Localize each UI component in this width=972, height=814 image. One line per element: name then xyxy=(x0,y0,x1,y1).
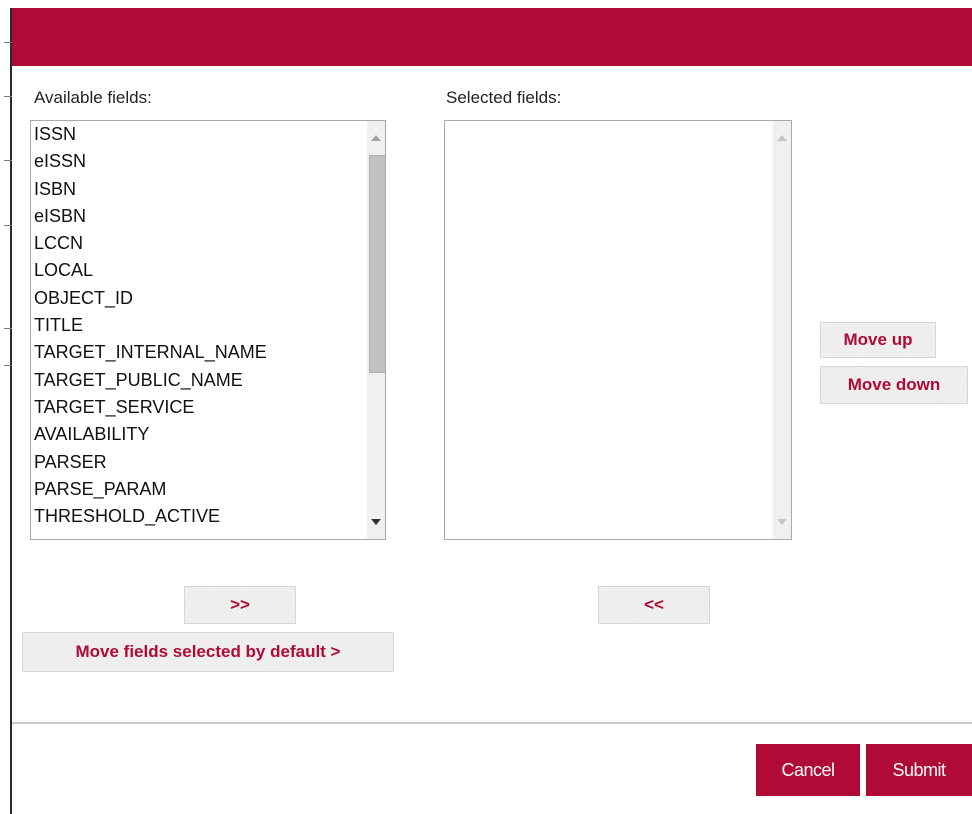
list-item[interactable]: LCCN xyxy=(33,230,365,257)
left-edge-tick xyxy=(4,328,12,329)
list-item[interactable]: LOCAL xyxy=(33,257,365,284)
left-edge-tick xyxy=(4,42,12,43)
list-item[interactable]: OBJECT_ID xyxy=(33,285,365,312)
list-item[interactable]: PARSE_PARAM xyxy=(33,476,365,503)
selected-fields-label: Selected fields: xyxy=(446,88,562,107)
list-item[interactable]: TARGET_PUBLIC_NAME xyxy=(33,367,365,394)
list-item[interactable]: ISSN xyxy=(33,121,365,148)
available-fields-listbox[interactable]: ISSN eISSN ISBN eISBN LCCN LOCAL OBJECT_ID TITL… xyxy=(30,120,386,540)
list-item[interactable]: eISSN xyxy=(33,148,365,175)
available-fields-label: Available fields: xyxy=(34,88,152,107)
scroll-up-arrow-icon[interactable] xyxy=(367,129,385,147)
list-item[interactable]: PARSER xyxy=(33,449,365,476)
move-default-fields-button[interactable]: Move fields selected by default > xyxy=(22,632,394,672)
submit-button[interactable]: Submit xyxy=(866,744,972,796)
selected-fields-listbox[interactable] xyxy=(444,120,792,540)
scroll-down-arrow-icon[interactable] xyxy=(367,513,385,531)
available-fields-list: ISSN eISSN ISBN eISBN LCCN LOCAL OBJECT_ID TITL… xyxy=(33,121,365,530)
left-edge-tick xyxy=(4,160,12,161)
list-item[interactable]: eISBN xyxy=(33,203,365,230)
selected-fields-scrollbar[interactable] xyxy=(773,121,791,539)
remove-fields-button[interactable]: << xyxy=(598,586,710,624)
scroll-down-arrow-icon[interactable] xyxy=(773,513,791,531)
add-fields-button[interactable]: >> xyxy=(184,586,296,624)
move-down-button[interactable]: Move down xyxy=(820,366,968,404)
left-edge-tick xyxy=(4,365,12,366)
list-item[interactable]: THRESHOLD_ACTIVE xyxy=(33,503,365,530)
list-item[interactable]: TITLE xyxy=(33,312,365,339)
list-item[interactable]: ISBN xyxy=(33,176,365,203)
field-selector-dialog: Available fields: ISSN eISSN ISBN eISBN LCCN… xyxy=(0,0,972,814)
left-edge-tick xyxy=(4,225,12,226)
window-left-border xyxy=(10,8,12,814)
left-edge-tick xyxy=(4,96,12,97)
cancel-button[interactable]: Cancel xyxy=(756,744,860,796)
scroll-thumb[interactable] xyxy=(369,155,385,373)
move-up-button[interactable]: Move up xyxy=(820,322,936,358)
list-item[interactable]: TARGET_SERVICE xyxy=(33,394,365,421)
list-item[interactable]: TARGET_INTERNAL_NAME xyxy=(33,339,365,366)
dialog-header-bar xyxy=(12,8,972,66)
list-item[interactable]: AVAILABILITY xyxy=(33,421,365,448)
footer-divider xyxy=(12,722,972,724)
scroll-up-arrow-icon[interactable] xyxy=(773,129,791,147)
available-fields-scrollbar[interactable] xyxy=(367,121,385,539)
